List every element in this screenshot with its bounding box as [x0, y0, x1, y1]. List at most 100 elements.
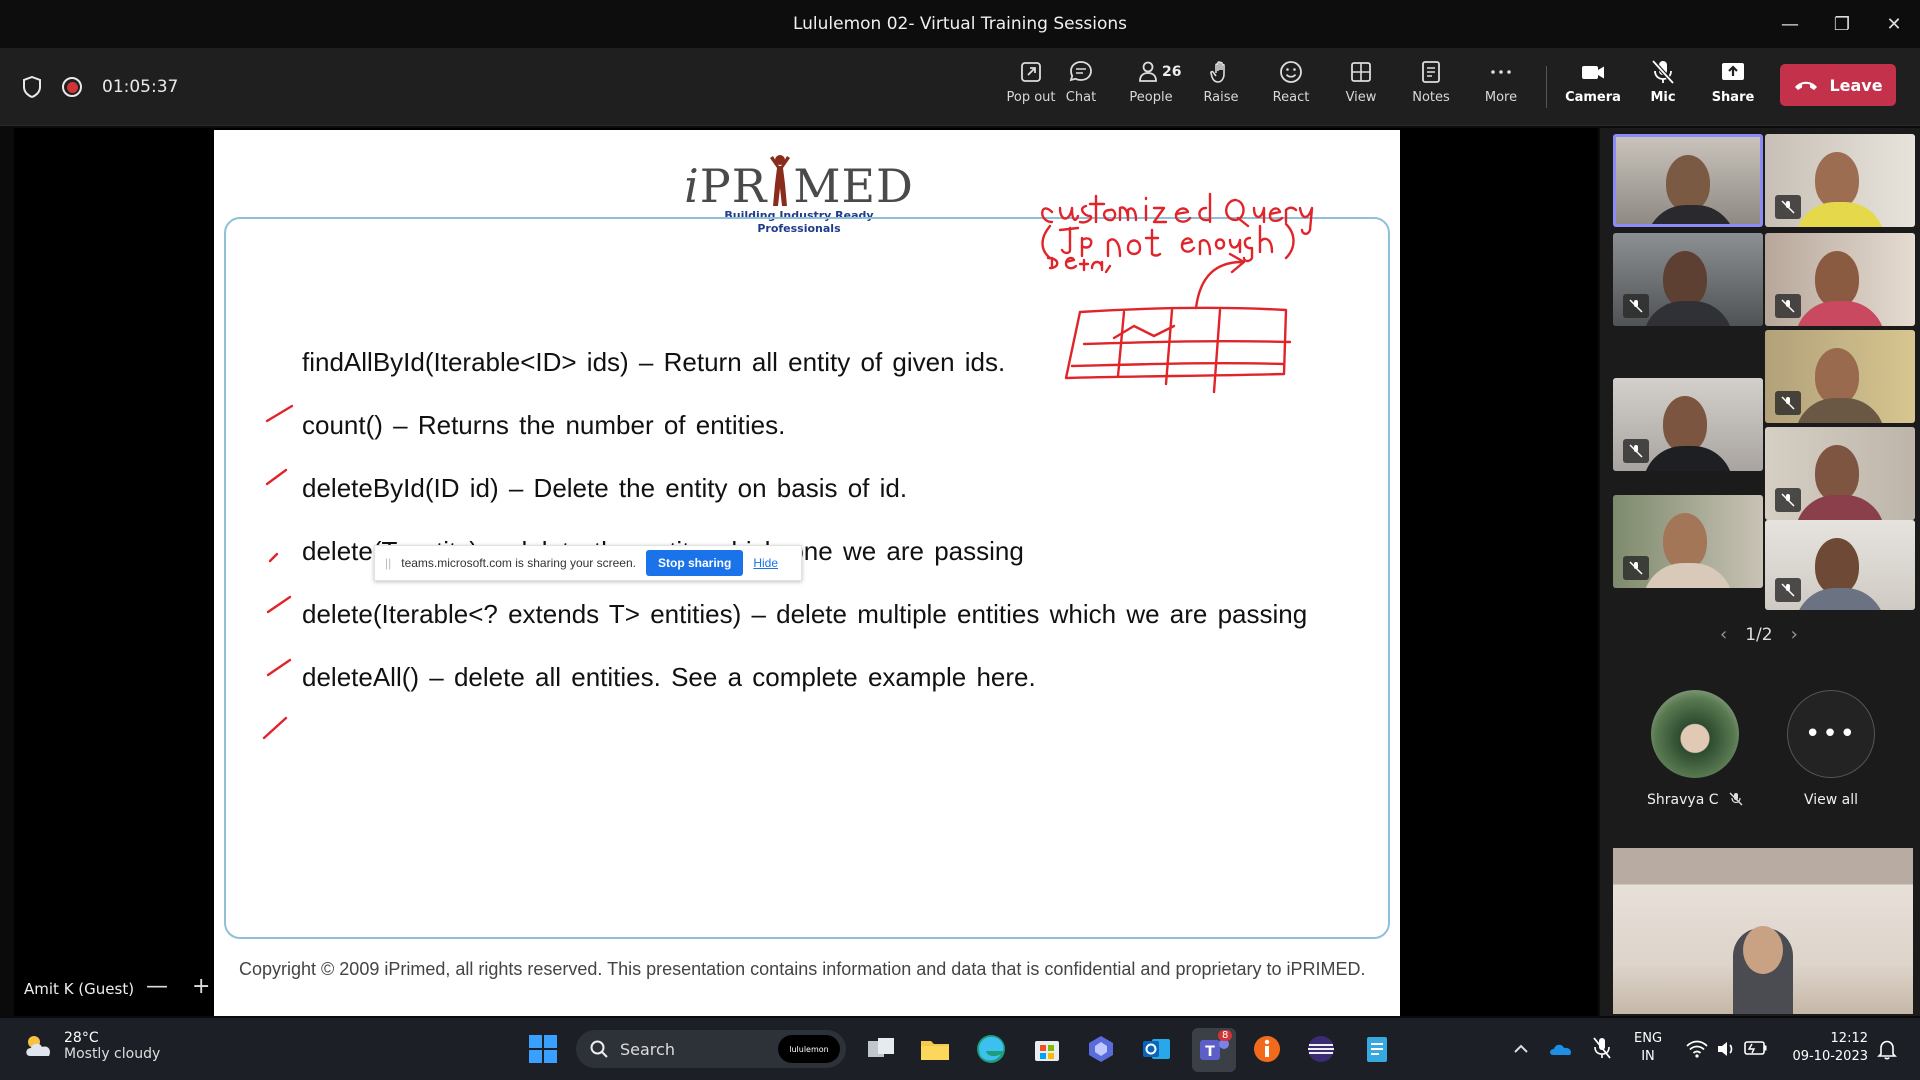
video-tile[interactable]	[1613, 378, 1763, 471]
taskbar-search[interactable]: Search lululemon	[576, 1030, 846, 1068]
mic-muted-icon	[1651, 59, 1675, 85]
handwriting-line-1	[1041, 192, 1314, 235]
video-tile-active-speaker[interactable]	[1613, 134, 1763, 227]
video-tile[interactable]	[1765, 427, 1915, 520]
check-mark	[268, 552, 279, 563]
screen-share-banner: || teams.microsoft.com is sharing your s…	[374, 545, 802, 581]
cloudy-weather-icon	[26, 1036, 51, 1056]
view-all-label: View all	[1803, 792, 1859, 808]
chat-icon	[1069, 61, 1092, 82]
more-button[interactable]: More	[1466, 58, 1536, 120]
restore-button[interactable]: ❐	[1816, 0, 1868, 48]
weather-condition: Mostly cloudy	[64, 1046, 161, 1062]
more-icon	[1491, 70, 1511, 74]
toolbar-divider	[1546, 66, 1547, 108]
check-mark	[262, 716, 288, 740]
mic-muted-icon[interactable]	[1592, 1036, 1612, 1060]
microsoft-store-icon[interactable]	[1030, 1032, 1064, 1066]
search-label: Search	[620, 1039, 675, 1059]
video-tile[interactable]	[1765, 134, 1915, 227]
emoji-icon	[1280, 61, 1302, 83]
stop-sharing-button[interactable]: Stop sharing	[645, 550, 744, 576]
minimize-button[interactable]: —	[1764, 0, 1816, 48]
page-indicator: 1/2	[1745, 624, 1773, 645]
windows-taskbar: 28°C Mostly cloudy Search lululemon T8 E…	[0, 1018, 1920, 1080]
windows-start-icon[interactable]	[528, 1034, 558, 1064]
video-tile[interactable]	[1765, 330, 1915, 423]
handwriting-line-3	[1046, 256, 1112, 274]
share-message: teams.microsoft.com is sharing your scre…	[401, 556, 636, 570]
copilot-icon[interactable]	[1084, 1032, 1118, 1066]
video-tile[interactable]	[1613, 233, 1763, 326]
edge-browser-icon[interactable]	[974, 1032, 1008, 1066]
mic-button[interactable]: Mic	[1628, 58, 1698, 120]
video-tile[interactable]	[1613, 495, 1763, 588]
search-icon	[590, 1040, 608, 1058]
check-mark	[266, 595, 292, 614]
previous-page-button[interactable]: ‹	[1720, 624, 1727, 645]
grid-view-icon	[1351, 62, 1371, 82]
input-language[interactable]: ENG IN	[1634, 1030, 1662, 1066]
wifi-icon[interactable]	[1686, 1040, 1708, 1058]
notifications-bell-icon[interactable]	[1876, 1038, 1898, 1060]
title-bar: Lululemon 02- Virtual Training Sessions …	[0, 0, 1920, 48]
taskbar-clock[interactable]: 12:12 09-10-2023	[1784, 1030, 1868, 1066]
view-button[interactable]: View	[1326, 58, 1396, 120]
view-all-button[interactable]: ••• View all	[1776, 690, 1886, 808]
hide-link[interactable]: Hide	[753, 556, 778, 570]
volume-icon[interactable]	[1716, 1040, 1736, 1058]
mic-muted-icon	[1775, 195, 1801, 219]
notepad-icon[interactable]	[1360, 1032, 1394, 1066]
mic-muted-icon	[1775, 488, 1801, 512]
check-mark	[265, 468, 288, 486]
chat-button[interactable]: Chat	[1046, 58, 1116, 120]
video-tile[interactable]	[1765, 520, 1915, 610]
video-tile[interactable]	[1765, 233, 1915, 326]
onedrive-icon[interactable]	[1548, 1038, 1574, 1058]
next-page-button[interactable]: ›	[1791, 624, 1798, 645]
task-view-icon[interactable]	[864, 1032, 898, 1066]
weather-widget[interactable]: 28°C Mostly cloudy	[22, 1030, 160, 1062]
react-button[interactable]: React	[1256, 58, 1326, 120]
check-mark	[266, 658, 292, 677]
info-app-icon[interactable]	[1250, 1032, 1284, 1066]
close-button[interactable]: ✕	[1868, 0, 1920, 48]
outlook-icon[interactable]	[1140, 1032, 1174, 1066]
mic-muted-icon	[1623, 294, 1649, 318]
presenter-name: Amit K (Guest)	[24, 980, 135, 998]
raise-button[interactable]: Raise	[1186, 58, 1256, 120]
mic-muted-icon	[1623, 556, 1649, 580]
search-highlight-badge: lululemon	[778, 1035, 840, 1063]
mic-muted-icon	[1729, 792, 1743, 806]
people-icon	[1139, 61, 1157, 82]
share-button[interactable]: Share	[1698, 58, 1768, 120]
teams-app-icon[interactable]: T8	[1192, 1028, 1236, 1072]
annotation-arrow	[1194, 252, 1246, 310]
notes-icon	[1422, 61, 1440, 83]
self-video-tile[interactable]	[1613, 848, 1913, 1014]
notes-button[interactable]: Notes	[1396, 58, 1466, 120]
mic-muted-icon	[1775, 578, 1801, 602]
battery-icon[interactable]	[1744, 1040, 1768, 1056]
zoom-in-button[interactable]: +	[192, 974, 210, 999]
mic-muted-icon	[1775, 294, 1801, 318]
notification-badge: 8	[1218, 1030, 1233, 1041]
handwriting-line-2	[1041, 222, 1295, 263]
drag-handle[interactable]: ||	[385, 556, 391, 570]
chevron-up-icon[interactable]	[1512, 1040, 1530, 1058]
meeting-toolbar: 01:05:37 Pop out Chat 26 People Raise Re…	[0, 48, 1920, 126]
leave-button[interactable]: Leave	[1780, 64, 1896, 106]
participant-shravya[interactable]: Shravya C	[1640, 690, 1750, 808]
zoom-out-button[interactable]: —	[146, 974, 168, 999]
mic-muted-icon	[1623, 439, 1649, 463]
eclipse-ide-icon[interactable]	[1304, 1032, 1338, 1066]
camera-button[interactable]: Camera	[1558, 58, 1628, 120]
file-explorer-icon[interactable]	[918, 1032, 952, 1066]
more-icon: •••	[1787, 690, 1875, 778]
people-button[interactable]: 26 People	[1116, 58, 1186, 120]
mic-muted-icon	[1775, 391, 1801, 415]
svg-text:T: T	[1205, 1044, 1215, 1060]
raise-hand-icon	[1210, 61, 1225, 83]
check-mark	[265, 404, 294, 423]
gallery-pager: ‹ 1/2 ›	[1720, 624, 1798, 645]
